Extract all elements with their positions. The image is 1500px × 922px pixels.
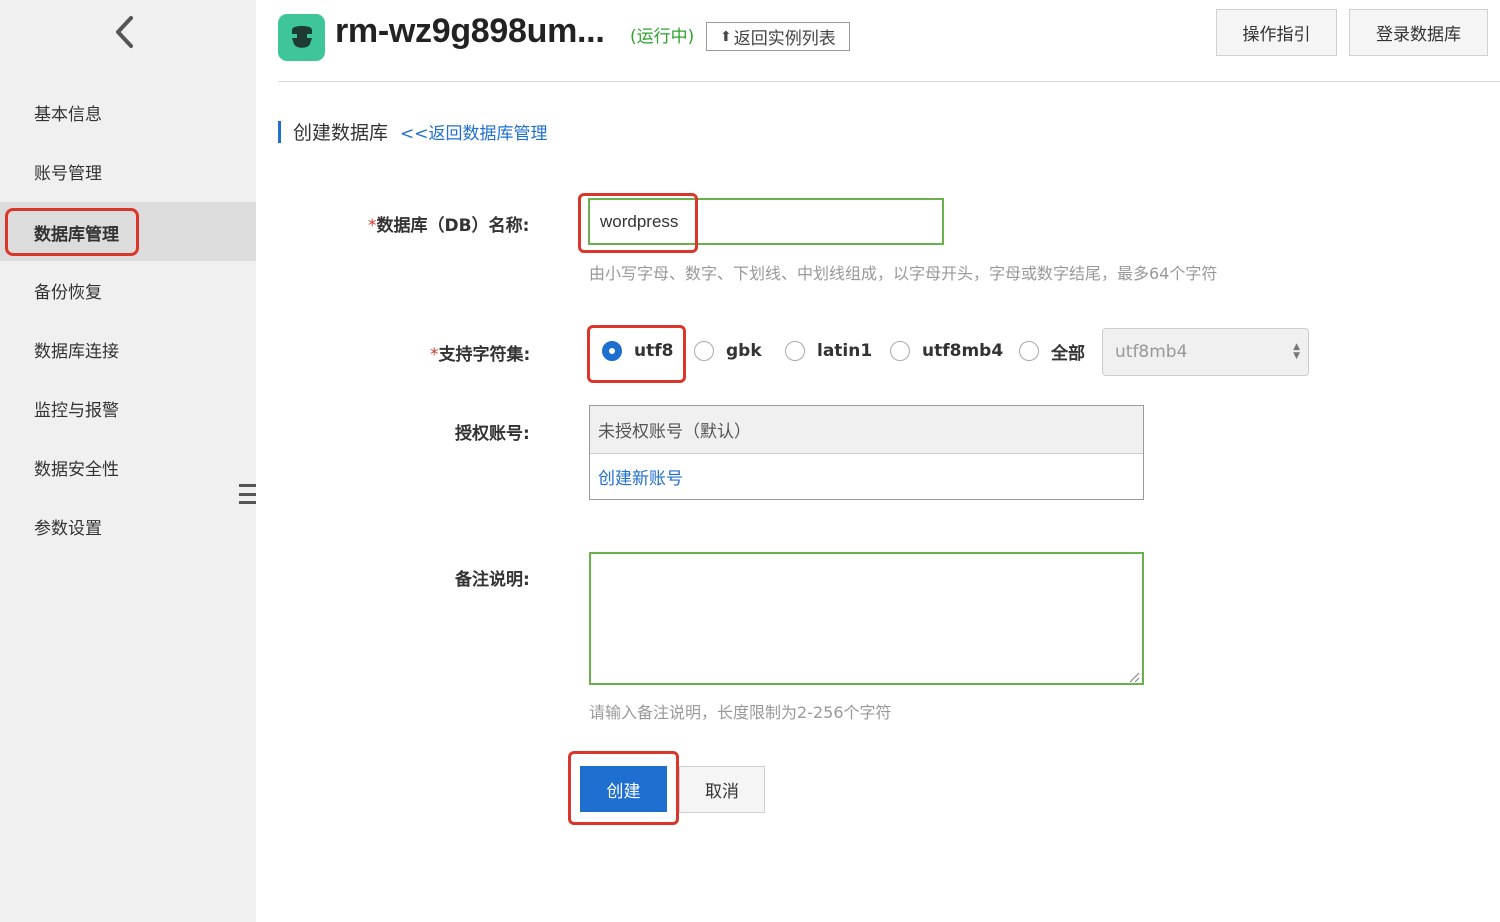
rds-logo-icon [278,14,325,61]
create-new-account-link[interactable]: 创建新账号 [590,454,1143,499]
radio-unchecked-icon [890,341,910,361]
charset-label: *支持字符集: [430,340,530,365]
back-to-db-management-link[interactable]: <<返回数据库管理 [400,119,548,144]
sidebar-item-connection[interactable]: 数据库连接 [0,320,256,379]
create-button[interactable]: 创建 [580,766,667,812]
sidebar-item-label: 账号管理 [34,164,102,184]
charset-label-text: 支持字符集: [438,345,531,365]
radio-unchecked-icon [694,341,714,361]
sidebar-item-security[interactable]: 数据安全性 [0,438,256,497]
instance-title: rm-wz9g898um... [335,12,605,50]
section-header: 创建数据库 <<返回数据库管理 [278,118,548,145]
db-name-label: *数据库（DB）名称: [368,211,529,236]
resize-grip-icon[interactable] [1128,671,1140,683]
operation-guide-button[interactable]: 操作指引 [1216,9,1337,56]
db-name-label-text: 数据库（DB）名称: [376,216,530,236]
charset-radio-gbk[interactable]: gbk [694,339,762,363]
sidebar-item-backup[interactable]: 备份恢复 [0,261,256,320]
instance-header: rm-wz9g898um... (运行中) ⬆ 返回实例列表 操作指引 登录数据… [278,0,1500,82]
radio-label: utf8mb4 [922,341,1004,361]
charset-radio-all[interactable]: 全部 [1019,339,1085,364]
return-instance-list-button[interactable]: ⬆ 返回实例列表 [706,22,850,51]
sidebar-item-label: 备份恢复 [34,283,102,303]
charset-radio-utf8mb4[interactable]: utf8mb4 [890,339,1003,363]
select-arrows-icon: ▲ ▼ [1293,342,1300,361]
return-list-label: 返回实例列表 [733,29,836,49]
radio-label: latin1 [817,341,873,361]
sidebar-item-parameters[interactable]: 参数设置 [0,497,256,556]
account-label: 授权账号: [455,424,530,444]
sidebar-item-label: 数据库连接 [34,342,119,362]
section-accent-bar [278,120,281,143]
up-arrow-icon: ⬆ [720,28,732,45]
status-badge: (运行中) [630,27,695,47]
sidebar-item-label: 监控与报警 [34,401,119,421]
radio-unchecked-icon [1019,341,1039,361]
back-arrow-icon[interactable] [104,12,144,52]
sidebar-item-label: 数据库管理 [5,207,139,256]
remark-hint: 请输入备注说明，长度限制为2-256个字符 [589,703,892,722]
sidebar-item-label: 基本信息 [34,105,102,125]
radio-label: 全部 [1051,343,1085,364]
charset-select-value: utf8mb4 [1115,342,1188,362]
remark-textarea[interactable] [589,552,1144,685]
radio-unchecked-icon [785,341,805,361]
sidebar-item-accounts[interactable]: 账号管理 [0,142,256,201]
sidebar: 基本信息 账号管理 数据库管理 备份恢复 数据库连接 监控与报警 数据安全性 参… [0,0,256,922]
required-mark: * [368,216,377,236]
db-name-input[interactable] [588,198,944,245]
login-database-button[interactable]: 登录数据库 [1349,9,1488,56]
account-listbox: 未授权账号（默认） 创建新账号 [589,405,1144,500]
page-title: 创建数据库 [293,122,389,144]
remark-label: 备注说明: [455,570,530,590]
sidebar-item-basic-info[interactable]: 基本信息 [0,83,256,142]
sidebar-item-label: 数据安全性 [34,460,119,480]
cancel-button[interactable]: 取消 [679,766,765,813]
radio-checked-icon [602,341,622,361]
radio-label: gbk [726,341,762,361]
required-mark: * [430,345,439,365]
radio-label: utf8 [634,341,674,361]
charset-radio-utf8[interactable]: utf8 [602,339,673,363]
sidebar-item-databases[interactable]: 数据库管理 [0,202,256,261]
collapse-sidebar-icon[interactable] [239,482,256,506]
db-name-hint: 由小写字母、数字、下划线、中划线组成，以字母开头，字母或数字结尾，最多64个字符 [589,264,1218,283]
charset-radio-latin1[interactable]: latin1 [785,339,872,363]
charset-select[interactable]: utf8mb4 ▲ ▼ [1102,328,1309,376]
sidebar-item-label: 参数设置 [34,519,102,539]
sidebar-item-monitoring[interactable]: 监控与报警 [0,379,256,438]
account-default-option[interactable]: 未授权账号（默认） [590,406,1143,454]
